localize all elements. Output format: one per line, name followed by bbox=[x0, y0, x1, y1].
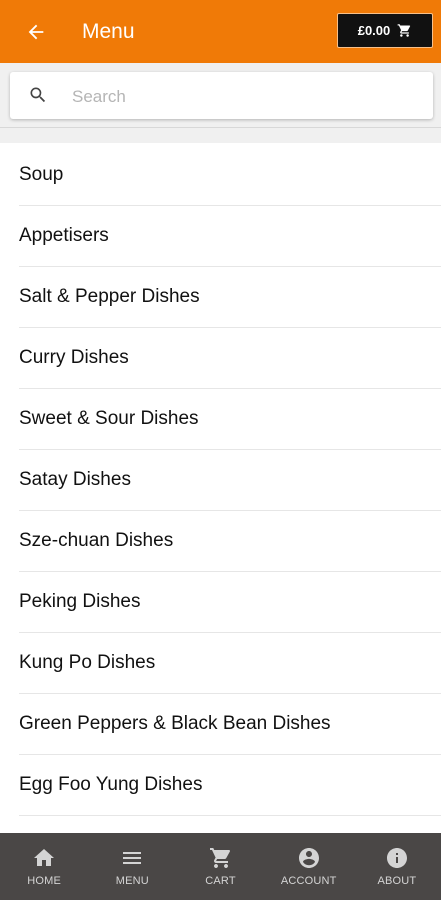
category-item[interactable]: Peking Dishes bbox=[19, 572, 441, 633]
nav-menu-label: MENU bbox=[115, 875, 149, 887]
category-item[interactable]: Satay Dishes bbox=[19, 450, 441, 511]
category-label: Sze-chuan Dishes bbox=[19, 530, 174, 551]
category-label: Satay Dishes bbox=[19, 469, 131, 490]
category-label: Sweet & Sour Dishes bbox=[19, 408, 199, 429]
cart-total: £0.00 bbox=[357, 23, 391, 38]
nav-account-label: ACCOUNT bbox=[280, 875, 337, 887]
menu-icon bbox=[123, 852, 142, 864]
category-label: Kung Po Dishes bbox=[19, 652, 156, 673]
nav-cart[interactable]: CART bbox=[176, 833, 264, 900]
search-box[interactable] bbox=[10, 72, 433, 119]
nav-cart-label: CART bbox=[205, 875, 236, 887]
cart-icon bbox=[209, 848, 230, 868]
category-item[interactable]: Sweet & Sour Dishes bbox=[19, 389, 441, 450]
arrow-left-icon bbox=[28, 24, 44, 40]
category-item[interactable]: Appetisers bbox=[19, 206, 441, 267]
category-item[interactable]: Curry Dishes bbox=[19, 328, 441, 389]
nav-about[interactable]: ABOUT bbox=[353, 833, 441, 900]
cart-total-button[interactable]: £0.00 bbox=[337, 13, 433, 48]
category-list[interactable]: Soup Appetisers Salt & Pepper Dishes Curry … bbox=[0, 145, 441, 833]
info-icon bbox=[386, 848, 407, 868]
nav-account[interactable]: ACCOUNT bbox=[265, 833, 353, 900]
category-item[interactable]: Salt & Pepper Dishes bbox=[19, 267, 441, 328]
category-item[interactable]: Soup bbox=[19, 145, 441, 206]
divider bbox=[0, 127, 441, 128]
category-item[interactable] bbox=[19, 816, 441, 833]
back-button[interactable] bbox=[22, 18, 50, 46]
category-label: Peking Dishes bbox=[19, 591, 141, 612]
nav-about-label: ABOUT bbox=[377, 875, 417, 887]
nav-menu[interactable]: MENU bbox=[88, 833, 176, 900]
bottom-navigation: HOME MENU CART ACCOUNT ABOUT bbox=[0, 833, 441, 900]
category-label: Soup bbox=[19, 164, 64, 185]
category-item[interactable]: Green Peppers & Black Bean Dishes bbox=[19, 694, 441, 755]
nav-home[interactable]: HOME bbox=[0, 833, 88, 900]
category-label: Salt & Pepper Dishes bbox=[19, 286, 200, 307]
search-input[interactable] bbox=[70, 82, 414, 111]
search-area bbox=[0, 63, 441, 143]
search-icon bbox=[30, 87, 46, 103]
category-label: Appetisers bbox=[19, 225, 109, 246]
category-item[interactable]: Kung Po Dishes bbox=[19, 633, 441, 694]
nav-home-label: HOME bbox=[27, 875, 61, 887]
category-item[interactable]: Sze-chuan Dishes bbox=[19, 511, 441, 572]
account-icon bbox=[298, 848, 319, 868]
app-bar: Menu £0.00 bbox=[0, 0, 441, 63]
shopping-cart-icon bbox=[397, 24, 411, 37]
category-label: Curry Dishes bbox=[19, 347, 129, 368]
category-item[interactable]: Egg Foo Yung Dishes bbox=[19, 755, 441, 816]
home-icon bbox=[34, 849, 55, 866]
page-title: Menu bbox=[82, 20, 135, 43]
category-label: Egg Foo Yung Dishes bbox=[19, 774, 203, 795]
category-label: Green Peppers & Black Bean Dishes bbox=[19, 713, 331, 734]
